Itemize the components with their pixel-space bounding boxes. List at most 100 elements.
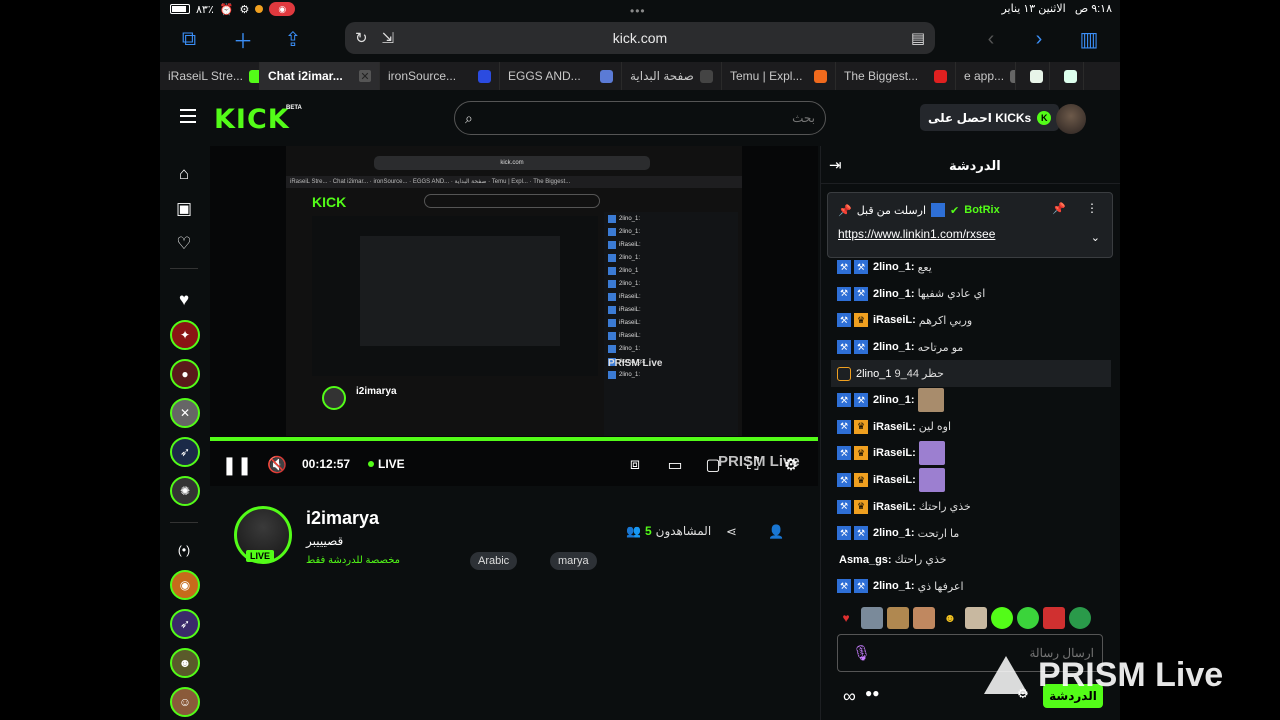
chat-username[interactable]: iRaseiL: <box>873 421 916 433</box>
emote[interactable] <box>1043 607 1065 629</box>
tab-extra[interactable] <box>1050 62 1084 90</box>
chat-username[interactable]: iRaseiL: <box>873 501 916 513</box>
chat-username[interactable]: 2lino_1 <box>856 368 891 380</box>
user-avatar[interactable] <box>1056 104 1086 134</box>
chat-message[interactable]: ⚒ ⚒ 2lino_1: اعرفها ذي <box>821 573 1120 600</box>
following-icon[interactable]: ♡ <box>172 232 196 256</box>
tab-3[interactable]: EGGS AND... <box>500 62 622 90</box>
sidebar-channel-avatar[interactable]: ➶ <box>170 437 200 467</box>
chat-username[interactable]: 2lino_1: <box>873 288 915 300</box>
sidebar-channel-avatar[interactable]: ✦ <box>170 320 200 350</box>
search-input[interactable] <box>485 102 815 134</box>
tag-arabic[interactable]: Arabic <box>470 552 518 570</box>
chat-message[interactable]: ⚒ ⚒ 2lino_1: اي عادي شفيها <box>821 281 1120 308</box>
sidebar-channel-avatar[interactable]: ➶ <box>170 609 200 639</box>
emote[interactable] <box>913 607 935 629</box>
emote[interactable] <box>1017 607 1039 629</box>
sidebar-channel-avatar[interactable]: ◉ <box>170 570 200 600</box>
chat-username[interactable]: Asma_gs: <box>839 554 892 566</box>
unpin-icon[interactable]: 📌 <box>1052 202 1066 215</box>
chat-username[interactable]: 2lino_1: <box>873 527 915 539</box>
chat-username[interactable]: iRaseiL: <box>873 474 916 486</box>
tab-2[interactable]: ironSource... <box>380 62 500 90</box>
tab-6[interactable]: The Biggest... <box>836 62 956 90</box>
sidebar-channel-avatar[interactable]: ✕ <box>170 398 200 428</box>
multitask-dots-icon[interactable]: ••• <box>630 4 646 18</box>
pause-icon[interactable]: ❚❚ <box>222 454 252 476</box>
menu-icon[interactable] <box>180 109 196 123</box>
chat-message[interactable]: ⚒ ⚒ 2lino_1: <box>821 387 1120 414</box>
home-icon[interactable]: ⌂ <box>172 162 196 186</box>
settings-gear-icon[interactable]: ⚙ <box>780 454 802 476</box>
video-player[interactable]: kick.com iRaseiL Stre... · Chat i2imar..… <box>210 146 818 486</box>
theater-icon[interactable]: ▭ <box>664 454 686 476</box>
chat-username[interactable]: iRaseiL: <box>873 314 916 326</box>
chat-username[interactable]: 2lino_1: <box>873 261 915 273</box>
tag-marya[interactable]: marya <box>550 552 597 570</box>
chat-username[interactable]: iRaseiL: <box>873 447 916 459</box>
more-options-icon[interactable]: ⋮ <box>1086 201 1098 215</box>
tab-layout-icon[interactable]: ▤ <box>911 29 925 47</box>
chat-username[interactable]: 2lino_1: <box>873 580 915 592</box>
chat-message[interactable]: ⚒ ⚒ 2lino_1: يعع <box>821 254 1120 281</box>
share-stream-icon[interactable]: ⋖ <box>726 524 737 540</box>
browse-icon[interactable]: ▣ <box>172 197 196 221</box>
forward-icon[interactable]: › <box>1026 26 1052 52</box>
chat-message[interactable]: ⚒ ⚒ 2lino_1: ما ارتحت <box>821 520 1120 547</box>
pinned-user[interactable]: BotRix <box>964 204 999 216</box>
tab-7[interactable]: e app... <box>956 62 1016 90</box>
sidebar-toggle-icon[interactable]: ▥ <box>1076 26 1102 52</box>
chat-message[interactable]: ⚒ ♛ iRaseiL: اوه لين <box>821 414 1120 441</box>
emote[interactable] <box>861 607 883 629</box>
pinned-message[interactable]: 📌 ارسلت من قبل ✔ BotRix https://www.link… <box>827 192 1113 258</box>
emote-heart[interactable]: ♥ <box>835 607 857 629</box>
tab-4[interactable]: صفحة البداية <box>622 62 722 90</box>
channel-name[interactable]: i2imarya <box>306 508 379 529</box>
kick-logo[interactable]: KICK <box>214 104 290 135</box>
emote[interactable] <box>991 607 1013 629</box>
sidebar-channel-avatar[interactable]: ● <box>170 359 200 389</box>
mic-icon[interactable]: 🎙 <box>852 644 871 662</box>
chat-username[interactable]: 2lino_1: <box>873 341 915 353</box>
collapse-chat-icon[interactable]: ⇥ <box>829 156 842 174</box>
tab-1[interactable]: Chat i2imar... ✕ <box>260 62 380 90</box>
chat-message[interactable]: ⚒ ⚒ 2lino_1: مو مرتاحه <box>821 334 1120 361</box>
emote[interactable] <box>887 607 909 629</box>
mini-player-icon[interactable]: ⧈ <box>624 454 646 476</box>
pinned-link[interactable]: https://www.linkin1.com/rxsee <box>838 227 995 241</box>
stream-category[interactable]: مخصصة للدردشة فقط <box>306 555 400 566</box>
emote[interactable] <box>965 607 987 629</box>
search-box[interactable]: ⌕ <box>454 101 826 135</box>
reader-icon[interactable]: ⇲ <box>382 29 395 47</box>
chat-message[interactable]: ⚒ ♛ iRaseiL: <box>821 467 1120 494</box>
tab-0[interactable]: iRaseiL Stre... <box>160 62 260 90</box>
get-kicks-button[interactable]: احصل على KICKs K <box>920 104 1060 131</box>
chat-message[interactable]: Asma_gs: خذي راحتك <box>821 547 1120 574</box>
back-icon[interactable]: ‹ <box>978 26 1004 52</box>
tab-5[interactable]: Temu | Expl... <box>722 62 836 90</box>
sidebar-channel-avatar[interactable]: ☺ <box>170 687 200 717</box>
new-tab-icon[interactable]: ＋ <box>230 26 256 53</box>
reload-icon[interactable]: ↻ <box>355 29 368 47</box>
emote[interactable]: ☻ <box>939 607 961 629</box>
progress-bar[interactable] <box>210 437 818 441</box>
mute-icon[interactable]: 🔇 <box>266 454 288 476</box>
sidebar-channel-avatar[interactable]: ☻ <box>170 648 200 678</box>
chat-message[interactable]: ⚒ ♛ iRaseiL: <box>821 440 1120 467</box>
tab-extra[interactable] <box>1016 62 1050 90</box>
share-icon[interactable]: ⇪ <box>280 26 306 52</box>
points-icon[interactable]: ●● <box>865 686 880 700</box>
chat-message[interactable]: ⚒ ♛ iRaseiL: وربي اكرهم <box>821 307 1120 334</box>
url-bar[interactable]: ↻ ⇲ kick.com ▤ <box>345 22 935 54</box>
chevron-down-icon[interactable]: ⌄ <box>1091 231 1100 244</box>
tabs-overview-icon[interactable]: ⧉ <box>176 26 202 52</box>
infinity-icon[interactable]: ∞ <box>843 686 856 707</box>
fullscreen-icon[interactable]: ⛶ <box>742 454 764 476</box>
sidebar-channel-avatar[interactable]: ✺ <box>170 476 200 506</box>
chat-message[interactable]: ⚒ ♛ iRaseiL: خذي راحتك <box>821 493 1120 520</box>
follow-icon[interactable]: 👤 <box>768 524 784 540</box>
emote[interactable] <box>1069 607 1091 629</box>
chat-username[interactable]: 2lino_1: <box>873 394 915 406</box>
close-tab-icon[interactable]: ✕ <box>359 70 371 83</box>
chat-message[interactable]: 2lino_1 حظر 44_9 <box>831 360 1111 387</box>
